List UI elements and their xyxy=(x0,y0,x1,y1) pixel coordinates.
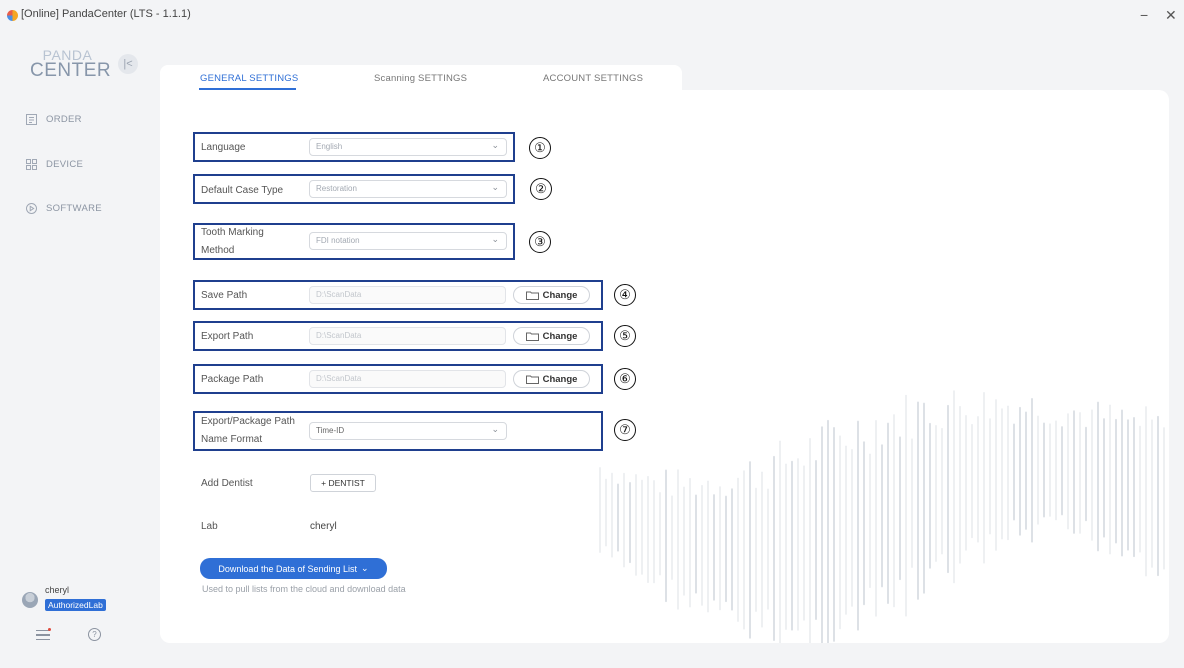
notification-dot xyxy=(48,628,51,631)
panda-center-logo: PANDA CENTER xyxy=(30,47,112,81)
marker-2: ② xyxy=(530,178,552,200)
sidebar-item-software[interactable]: SOFTWARE xyxy=(26,203,102,214)
case-type-value: Restoration xyxy=(316,184,357,193)
sidebar-item-label: ORDER xyxy=(46,114,82,125)
marker-6: ⑥ xyxy=(614,368,636,390)
lab-value: cheryl xyxy=(310,521,337,532)
tooth-marking-select[interactable]: FDI notation ⌄ xyxy=(309,232,507,250)
export-path-label: Export Path xyxy=(201,331,254,342)
chevron-down-icon: ⌄ xyxy=(361,563,369,573)
user-profile[interactable]: cheryl AuthorizedLab xyxy=(22,586,106,613)
avatar xyxy=(22,591,38,608)
app-logo-icon xyxy=(7,10,18,21)
marker-1: ① xyxy=(529,137,551,159)
save-path-label: Save Path xyxy=(201,290,248,301)
user-name: cheryl xyxy=(45,585,70,595)
add-dentist-button[interactable]: + DENTIST xyxy=(310,474,376,492)
save-path-change-button[interactable]: Change xyxy=(513,286,590,304)
chevron-down-icon: ⌄ xyxy=(491,234,499,244)
window-title: [Online] PandaCenter (LTS - 1.1.1) xyxy=(21,8,191,20)
export-path-input[interactable]: D:\ScanData xyxy=(309,327,506,345)
device-icon xyxy=(26,159,37,170)
title-bar: [Online] PandaCenter (LTS - 1.1.1) − ✕ xyxy=(0,0,1184,30)
sidebar-item-order[interactable]: ORDER xyxy=(26,114,82,125)
tab-scanning-settings[interactable]: Scanning SETTINGS xyxy=(374,73,467,84)
language-label: Language xyxy=(201,142,246,153)
name-format-select[interactable]: Time-ID ⌄ xyxy=(309,422,507,440)
chevron-down-icon: ⌄ xyxy=(491,182,499,192)
case-type-label: Default Case Type xyxy=(201,185,284,196)
export-path-change-button[interactable]: Change xyxy=(513,327,590,345)
help-icon[interactable]: ? xyxy=(88,628,101,641)
add-dentist-label: Add Dentist xyxy=(201,478,253,489)
collapse-sidebar-button[interactable]: |< xyxy=(118,54,138,74)
sidebar-item-label: SOFTWARE xyxy=(46,203,102,214)
minimize-icon[interactable]: − xyxy=(1140,7,1148,23)
tooth-marking-value: FDI notation xyxy=(316,236,360,245)
marker-7: ⑦ xyxy=(614,419,636,441)
folder-icon xyxy=(525,375,539,384)
menu-icon[interactable] xyxy=(36,628,51,643)
folder-icon xyxy=(525,332,539,341)
package-path-label: Package Path xyxy=(201,374,264,385)
case-type-select[interactable]: Restoration ⌄ xyxy=(309,180,507,198)
name-format-label: Export/Package Path Name Format xyxy=(201,416,295,445)
sidebar-item-device[interactable]: DEVICE xyxy=(26,159,83,170)
tab-account-settings[interactable]: ACCOUNT SETTINGS xyxy=(543,73,643,84)
save-path-input[interactable]: D:\ScanData xyxy=(309,286,506,304)
name-format-value: Time-ID xyxy=(316,426,345,435)
software-icon xyxy=(26,203,37,214)
tooth-marking-label: Tooth Marking Method xyxy=(201,227,264,256)
download-hint: Used to pull lists from the cloud and do… xyxy=(202,584,406,594)
folder-icon xyxy=(525,291,539,300)
marker-4: ④ xyxy=(614,284,636,306)
lab-label: Lab xyxy=(201,521,218,532)
marker-5: ⑤ xyxy=(614,325,636,347)
tab-general-settings[interactable]: GENERAL SETTINGS xyxy=(200,73,298,84)
chevron-down-icon: ⌄ xyxy=(491,424,499,434)
chevron-down-icon: ⌄ xyxy=(491,140,499,150)
language-value: English xyxy=(316,142,343,151)
language-select[interactable]: English ⌄ xyxy=(309,138,507,156)
order-icon xyxy=(26,114,37,125)
role-badge: AuthorizedLab xyxy=(45,599,106,611)
sidebar: PANDA CENTER |< ORDER DEVICE SOFTWARE ch… xyxy=(0,30,148,668)
marker-3: ③ xyxy=(529,231,551,253)
package-path-change-button[interactable]: Change xyxy=(513,370,590,388)
package-path-input[interactable]: D:\ScanData xyxy=(309,370,506,388)
sidebar-item-label: DEVICE xyxy=(46,159,84,170)
close-icon[interactable]: ✕ xyxy=(1165,7,1177,24)
download-sending-list-button[interactable]: Download the Data of Sending List ⌄ xyxy=(200,558,387,579)
